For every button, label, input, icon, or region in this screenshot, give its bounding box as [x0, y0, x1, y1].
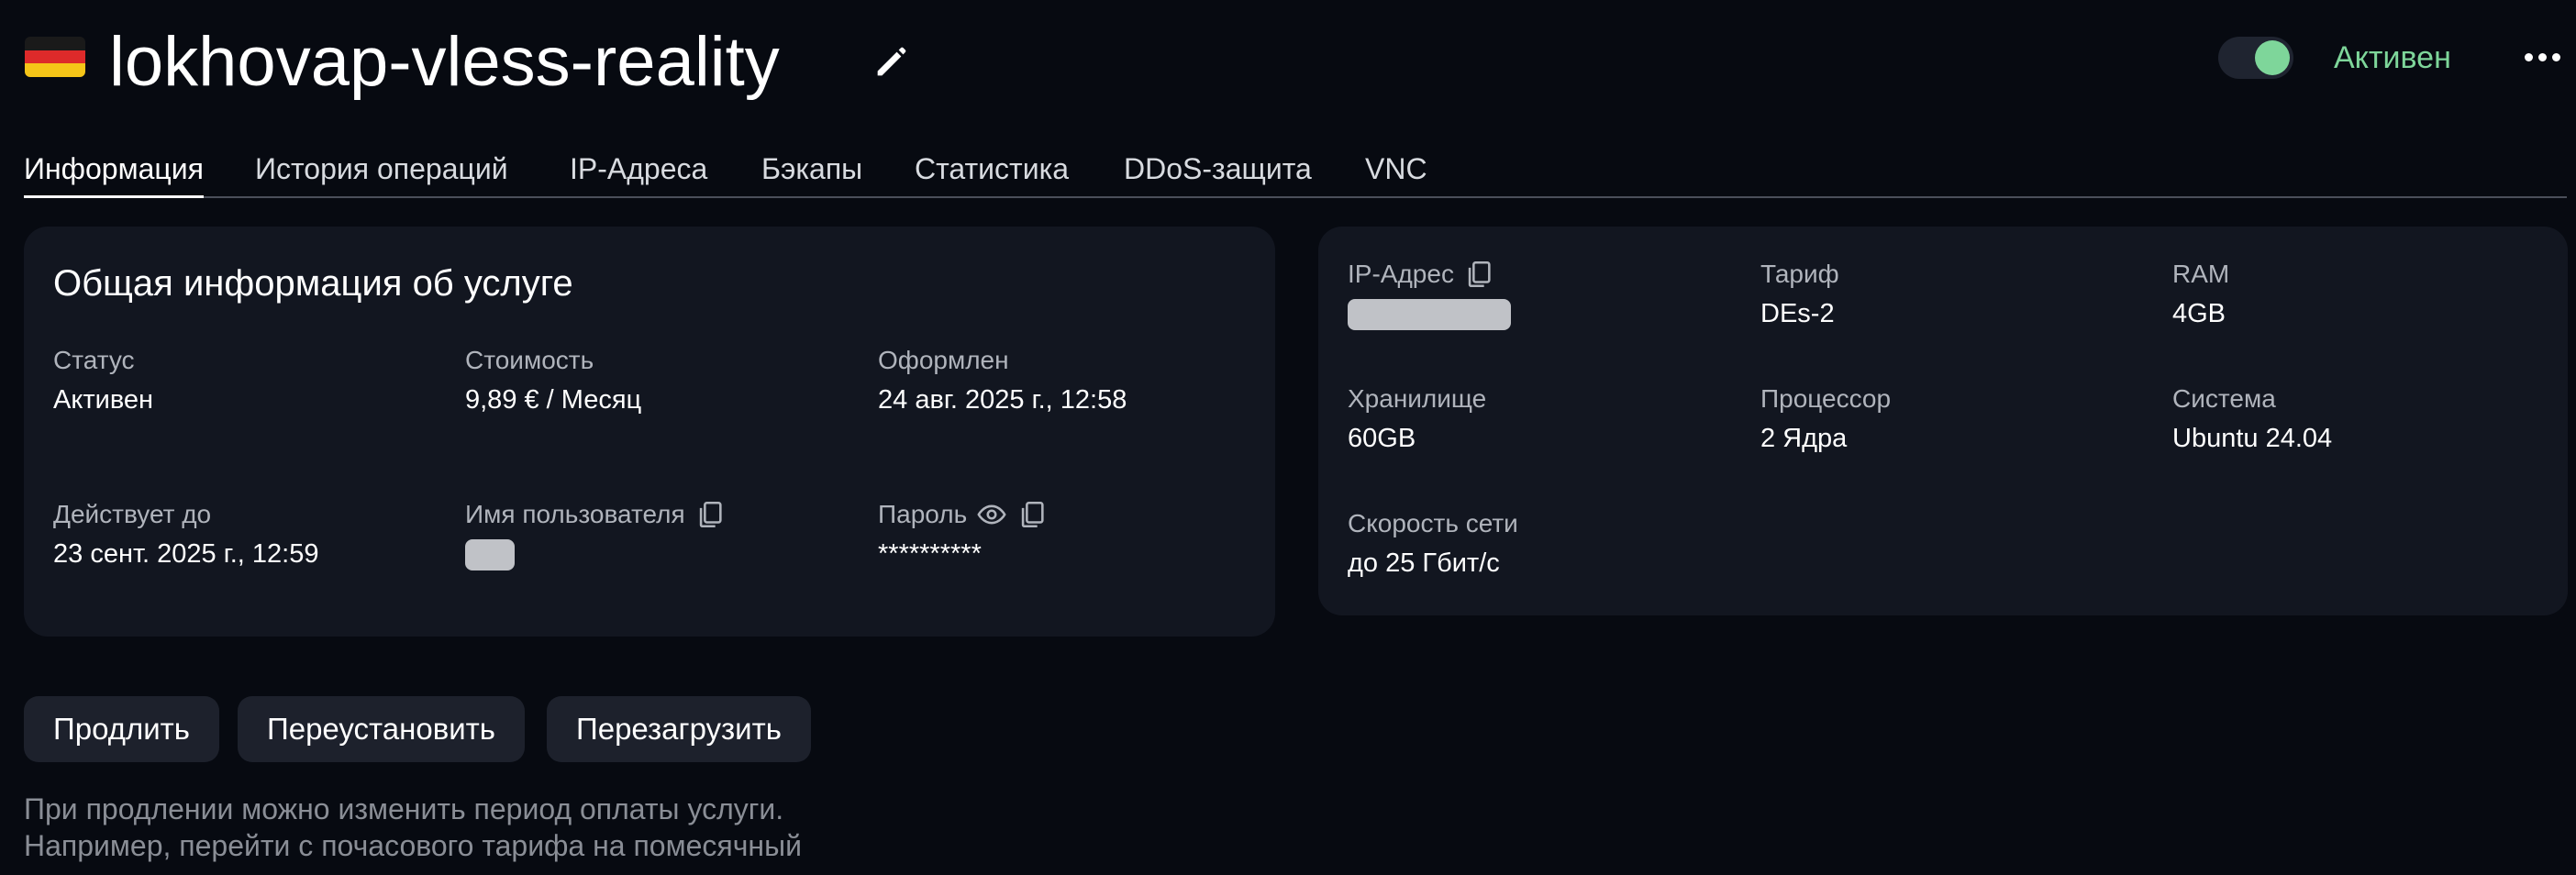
copy-icon[interactable]: [694, 499, 726, 530]
specs-card: IP-Адрес Тариф DEs-2 RAM 4GB Хранилище 6…: [1318, 227, 2568, 615]
reboot-button[interactable]: Перезагрузить: [547, 696, 811, 762]
card-title: Общая информация об услуге: [53, 263, 573, 304]
more-horizontal-icon[interactable]: [2525, 51, 2565, 64]
tariff-field: Тариф DEs-2: [1760, 257, 1839, 332]
password-label: Пароль: [878, 500, 968, 528]
username-field: Имя пользователя: [465, 497, 726, 570]
os-field: Система Ubuntu 24.04: [2172, 382, 2332, 457]
ip-field: IP-Адрес: [1348, 257, 1511, 330]
network-label: Скорость сети: [1348, 509, 1518, 537]
status-toggle[interactable]: [2218, 37, 2293, 79]
general-info-card: Общая информация об услуге Статус Активе…: [24, 227, 1275, 637]
password-value: **********: [878, 539, 982, 569]
status-field: Статус Активен: [53, 343, 153, 418]
password-label-row: Пароль: [878, 497, 1048, 532]
tab-vnc[interactable]: VNC: [1365, 147, 1427, 191]
storage-label: Хранилище: [1348, 384, 1487, 413]
tariff-label: Тариф: [1760, 260, 1839, 288]
storage-field: Хранилище 60GB: [1348, 382, 1486, 457]
username-label: Имя пользователя: [465, 500, 685, 528]
cost-value: 9,89 € / Месяц: [465, 385, 642, 415]
storage-value: 60GB: [1348, 424, 1416, 453]
valid-until-value: 23 сент. 2025 г., 12:59: [53, 539, 319, 569]
germany-flag-icon: [25, 37, 85, 77]
page-header: lokhovap-vless-reality Активен: [25, 17, 2576, 108]
tariff-value: DEs-2: [1760, 299, 1835, 328]
status-label: Активен: [2334, 40, 2451, 75]
cost-field: Стоимость 9,89 € / Месяц: [465, 343, 641, 418]
copy-icon[interactable]: [1463, 259, 1494, 290]
toggle-knob: [2255, 40, 2290, 75]
tab-bar: Информация История операций IP-Адреса Бэ…: [24, 147, 2567, 198]
status-label: Статус: [53, 346, 135, 374]
cost-label: Стоимость: [465, 346, 594, 374]
tab-operations-history[interactable]: История операций: [255, 147, 508, 191]
username-label-row: Имя пользователя: [465, 497, 726, 532]
ip-label-row: IP-Адрес: [1348, 257, 1511, 292]
cpu-label: Процессор: [1760, 384, 1892, 413]
cpu-field: Процессор 2 Ядра: [1760, 382, 1891, 457]
created-value: 24 авг. 2025 г., 12:58: [878, 385, 1127, 415]
tab-backups[interactable]: Бэкапы: [761, 147, 862, 191]
renew-button[interactable]: Продлить: [24, 696, 219, 762]
valid-until-label: Действует до: [53, 500, 212, 528]
cpu-value: 2 Ядра: [1760, 424, 1848, 453]
password-field: Пароль **********: [878, 497, 1048, 572]
valid-until-field: Действует до 23 сент. 2025 г., 12:59: [53, 497, 319, 572]
ram-value: 4GB: [2172, 299, 2226, 328]
copy-icon[interactable]: [1016, 499, 1048, 530]
tab-ip-addresses[interactable]: IP-Адреса: [570, 147, 707, 191]
tab-statistics[interactable]: Статистика: [915, 147, 1069, 191]
os-value: Ubuntu 24.04: [2172, 424, 2333, 453]
server-title: lokhovap-vless-reality: [109, 23, 780, 101]
eye-icon[interactable]: [976, 499, 1007, 530]
renewal-note: При продлении можно изменить период опла…: [24, 791, 802, 864]
tab-information[interactable]: Информация: [24, 147, 204, 198]
username-hidden-value: [465, 539, 515, 570]
created-label: Оформлен: [878, 346, 1009, 374]
reinstall-button[interactable]: Переустановить: [238, 696, 525, 762]
os-label: Система: [2172, 384, 2276, 413]
renewal-note-line2: Например, перейти с почасового тарифа на…: [24, 829, 802, 862]
network-value: до 25 Гбит/с: [1348, 548, 1500, 578]
ram-field: RAM 4GB: [2172, 257, 2229, 332]
ram-label: RAM: [2172, 260, 2230, 288]
pencil-icon[interactable]: [871, 40, 913, 83]
ip-hidden-value: [1348, 299, 1511, 330]
ip-label: IP-Адрес: [1348, 260, 1454, 288]
renewal-note-line1: При продлении можно изменить период опла…: [24, 792, 784, 825]
status-value: Активен: [53, 385, 154, 415]
tab-ddos-protection[interactable]: DDoS-защита: [1124, 147, 1312, 191]
created-field: Оформлен 24 авг. 2025 г., 12:58: [878, 343, 1127, 418]
network-field: Скорость сети до 25 Гбит/с: [1348, 506, 1518, 581]
